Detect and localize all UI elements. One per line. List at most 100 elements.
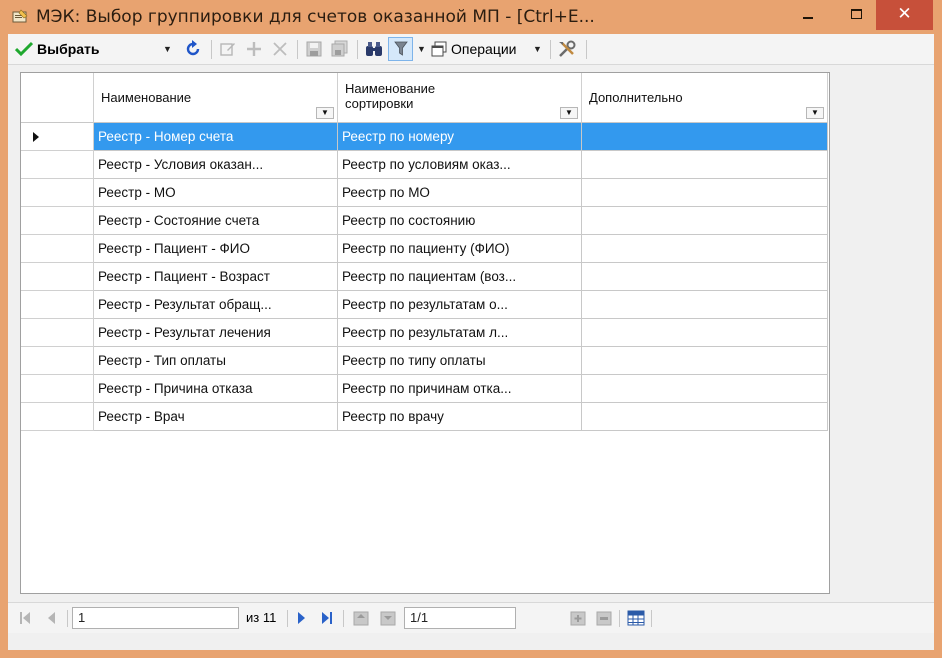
- cell-extra[interactable]: [582, 151, 828, 179]
- first-page-button[interactable]: [19, 611, 31, 625]
- find-button[interactable]: [365, 38, 383, 60]
- cell-sort-name[interactable]: Реестр по номеру: [338, 123, 582, 151]
- page-number-input[interactable]: 1: [72, 607, 239, 629]
- cell-extra[interactable]: [582, 375, 828, 403]
- row-header[interactable]: [21, 347, 94, 375]
- checkmark-icon: [15, 41, 33, 57]
- close-button[interactable]: ✕: [876, 0, 933, 30]
- cell-extra[interactable]: [582, 235, 828, 263]
- settings-button[interactable]: [557, 38, 577, 60]
- cell-extra[interactable]: [582, 403, 828, 431]
- column-filter-button[interactable]: ▼: [316, 107, 334, 119]
- navigator-separator: [619, 610, 620, 627]
- cell-sort-name[interactable]: Реестр по врачу: [338, 403, 582, 431]
- current-row-pointer-icon: [33, 132, 39, 142]
- table-row[interactable]: Реестр - Тип оплаты Реестр по типу оплат…: [21, 347, 828, 375]
- table-row[interactable]: Реестр - Результат обращ... Реестр по ре…: [21, 291, 828, 319]
- row-header[interactable]: [21, 179, 94, 207]
- cell-extra[interactable]: [582, 123, 828, 151]
- column-header-sort-name[interactable]: Наименование сортировки ▼: [338, 73, 582, 123]
- cell-extra[interactable]: [582, 263, 828, 291]
- delete-button[interactable]: [271, 38, 289, 60]
- last-page-button[interactable]: [321, 611, 333, 625]
- cell-name[interactable]: Реестр - Пациент - ФИО: [94, 235, 338, 263]
- delete-record-button[interactable]: [595, 609, 613, 626]
- cell-extra[interactable]: [582, 291, 828, 319]
- edit-button[interactable]: [219, 38, 237, 60]
- cell-sort-name[interactable]: Реестр по условиям оказ...: [338, 151, 582, 179]
- maximize-button[interactable]: [838, 0, 876, 30]
- cell-extra[interactable]: [582, 347, 828, 375]
- cell-extra[interactable]: [582, 207, 828, 235]
- row-header[interactable]: [21, 207, 94, 235]
- cell-name[interactable]: Реестр - Условия оказан...: [94, 151, 338, 179]
- title-bar[interactable]: МЭК: Выбор группировки для счетов оказан…: [0, 0, 942, 34]
- cell-name[interactable]: Реестр - Причина отказа: [94, 375, 338, 403]
- cell-extra[interactable]: [582, 319, 828, 347]
- move-up-button[interactable]: [352, 609, 370, 626]
- cell-name[interactable]: Реестр - Врач: [94, 403, 338, 431]
- insert-record-button[interactable]: [569, 609, 587, 626]
- navigator-separator: [343, 610, 344, 627]
- row-header[interactable]: [21, 123, 94, 151]
- minimize-button[interactable]: [790, 0, 828, 30]
- column-header-extra[interactable]: Дополнительно ▼: [582, 73, 828, 123]
- cell-name[interactable]: Реестр - Состояние счета: [94, 207, 338, 235]
- cell-name[interactable]: Реестр - МО: [94, 179, 338, 207]
- previous-page-button[interactable]: [47, 611, 56, 625]
- chevron-down-icon: ▼: [417, 44, 426, 54]
- refresh-button[interactable]: [184, 38, 202, 60]
- add-button[interactable]: [245, 38, 263, 60]
- row-header[interactable]: [21, 403, 94, 431]
- move-down-button[interactable]: [379, 609, 397, 626]
- select-dropdown-arrow[interactable]: ▼: [163, 38, 172, 60]
- record-position-field[interactable]: 1/1: [404, 607, 516, 629]
- row-header[interactable]: [21, 263, 94, 291]
- column-filter-button[interactable]: ▼: [806, 107, 824, 119]
- chevron-down-icon: ▼: [533, 44, 542, 54]
- cell-sort-name[interactable]: Реестр по состоянию: [338, 207, 582, 235]
- cell-sort-name[interactable]: Реестр по результатам о...: [338, 291, 582, 319]
- filter-icon: [393, 41, 408, 56]
- save-all-button[interactable]: [331, 38, 349, 60]
- cell-sort-name[interactable]: Реестр по типу оплаты: [338, 347, 582, 375]
- operations-button[interactable]: Операции: [431, 38, 517, 60]
- cell-sort-name[interactable]: Реестр по МО: [338, 179, 582, 207]
- cell-extra[interactable]: [582, 179, 828, 207]
- column-header-label: Наименование: [101, 90, 192, 105]
- table-row[interactable]: Реестр - Номер счета Реестр по номеру: [21, 123, 828, 151]
- navigator-separator: [287, 610, 288, 627]
- cell-name[interactable]: Реестр - Тип оплаты: [94, 347, 338, 375]
- cell-name[interactable]: Реестр - Результат обращ...: [94, 291, 338, 319]
- row-header[interactable]: [21, 375, 94, 403]
- column-header-name[interactable]: Наименование ▼: [94, 73, 338, 123]
- table-row[interactable]: Реестр - Пациент - Возраст Реестр по пац…: [21, 263, 828, 291]
- table-row[interactable]: Реестр - Причина отказа Реестр по причин…: [21, 375, 828, 403]
- grid-layout-button[interactable]: [627, 610, 645, 626]
- cell-name[interactable]: Реестр - Результат лечения: [94, 319, 338, 347]
- cell-sort-name[interactable]: Реестр по пациентам (воз...: [338, 263, 582, 291]
- table-row[interactable]: Реестр - Врач Реестр по врачу: [21, 403, 828, 431]
- cell-name[interactable]: Реестр - Пациент - Возраст: [94, 263, 338, 291]
- table-row[interactable]: Реестр - МО Реестр по МО: [21, 179, 828, 207]
- table-row[interactable]: Реестр - Условия оказан... Реестр по усл…: [21, 151, 828, 179]
- maximize-icon: [851, 9, 862, 19]
- filter-button[interactable]: [388, 37, 413, 61]
- filter-dropdown-arrow[interactable]: ▼: [417, 38, 426, 60]
- table-row[interactable]: Реестр - Результат лечения Реестр по рез…: [21, 319, 828, 347]
- row-header[interactable]: [21, 235, 94, 263]
- save-button[interactable]: [305, 38, 323, 60]
- row-header[interactable]: [21, 151, 94, 179]
- operations-dropdown-arrow[interactable]: ▼: [533, 38, 542, 60]
- cell-sort-name[interactable]: Реестр по пациенту (ФИО): [338, 235, 582, 263]
- cell-name[interactable]: Реестр - Номер счета: [94, 123, 338, 151]
- select-button[interactable]: Выбрать: [15, 38, 100, 60]
- cell-sort-name[interactable]: Реестр по причинам отка...: [338, 375, 582, 403]
- cell-sort-name[interactable]: Реестр по результатам л...: [338, 319, 582, 347]
- table-row[interactable]: Реестр - Состояние счета Реестр по состо…: [21, 207, 828, 235]
- row-header[interactable]: [21, 319, 94, 347]
- next-page-button[interactable]: [297, 611, 306, 625]
- table-row[interactable]: Реестр - Пациент - ФИО Реестр по пациент…: [21, 235, 828, 263]
- column-filter-button[interactable]: ▼: [560, 107, 578, 119]
- row-header[interactable]: [21, 291, 94, 319]
